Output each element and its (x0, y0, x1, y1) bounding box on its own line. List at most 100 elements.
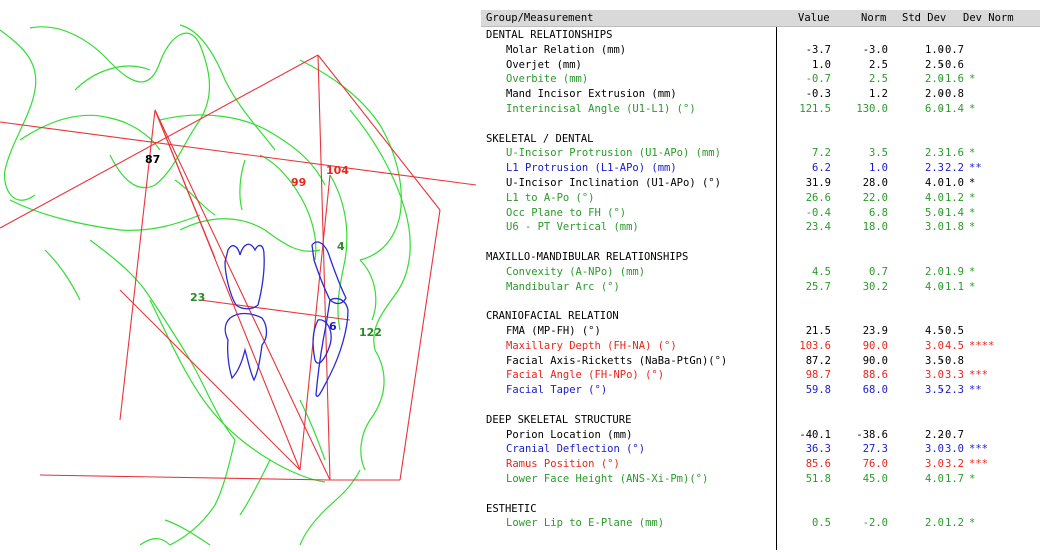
measurement-name: U-Incisor Inclination (U1-APo) (°) (506, 177, 721, 189)
column-header-group[interactable]: Group/Measurement (486, 12, 593, 24)
measurement-row[interactable]: L1 to A-Po (°) 26.6 22.0 4.0 1.2 * (481, 191, 1040, 206)
measurement-dev-norm: 1.8 (945, 221, 964, 234)
measurement-row[interactable]: Cranial Deflection (°) 36.3 27.3 3.0 3.0 *** (481, 442, 1040, 457)
measurement-dev-norm: -0.5 (938, 325, 964, 337)
measurement-row[interactable]: Porion Location (mm) -40.1 -38.6 2.2 -0.7 (481, 428, 1040, 443)
measurement-row[interactable]: Facial Angle (FH-NPo) (°) 98.7 88.6 3.0 3.3 *… (481, 368, 1040, 383)
measurement-row[interactable]: Interincisal Angle (U1-L1) (°) 121.5 130.0… (481, 102, 1040, 117)
measurement-row[interactable]: Mandibular Arc (°) 25.7 30.2 4.0 -1.1 * (481, 280, 1040, 295)
section-title: MAXILLO-MANDIBULAR RELATIONSHIPS (486, 251, 689, 263)
section-header[interactable]: SKELETAL / DENTAL (481, 132, 1040, 147)
measurement-name: L1 Protrusion (L1-APo) (mm) (506, 162, 677, 175)
measurement-norm: 88.6 (862, 369, 888, 382)
section-header[interactable]: DEEP SKELETAL STRUCTURE (481, 413, 1040, 428)
significance-stars: ** (969, 384, 982, 397)
measurement-name: FMA (MP-FH) (°) (506, 325, 601, 337)
section-title: DEEP SKELETAL STRUCTURE (486, 413, 632, 426)
measurement-row[interactable]: FMA (MP-FH) (°) 21.5 23.9 4.5 -0.5 (481, 324, 1040, 339)
measurement-norm: 28.0 (862, 177, 888, 189)
measurement-dev-norm: -0.6 (938, 58, 964, 71)
measurement-norm: 90.0 (862, 354, 888, 367)
measurement-value: -0.4 (805, 206, 831, 219)
measurement-value: -0.7 (805, 73, 831, 86)
measurement-dev-norm: -2.3 (938, 384, 964, 397)
measurement-name: U6 - PT Vertical (mm) (506, 221, 639, 234)
measurements-panel: Group/Measurement Value Norm Std Dev Dev… (481, 10, 1040, 550)
cephalometric-tracing: 87 99 104 4 23 6 122 (0, 24, 476, 546)
significance-stars: *** (969, 369, 988, 382)
measurement-name: Porion Location (mm) (506, 428, 633, 441)
significance-stars: * (969, 147, 976, 160)
measurement-row[interactable]: Lower Lip to E-Plane (mm) 0.5 -2.0 2.0 1.2 * (481, 516, 1040, 531)
section-title: DENTAL RELATIONSHIPS (486, 29, 613, 41)
column-header-norm[interactable]: Norm (861, 12, 886, 24)
measurement-dev-norm: 1.6 (945, 147, 964, 160)
column-header-value[interactable]: Value (798, 12, 830, 24)
measurement-name: Facial Taper (°) (506, 384, 608, 397)
measurement-value: 4.5 (812, 265, 831, 278)
measurement-row[interactable]: U-Incisor Protrusion (U1-APo) (mm) 7.2 3.5… (481, 146, 1040, 161)
soft-tissue-outlines (0, 24, 411, 546)
measurement-row[interactable]: Overbite (mm) -0.7 2.5 2.0 -1.6 * (481, 72, 1040, 87)
measurement-name: Molar Relation (mm) (506, 43, 627, 56)
section-header[interactable]: ESTHETIC (481, 502, 1040, 517)
measurement-dev-norm: 3.0 (945, 443, 964, 456)
measurement-row[interactable]: Facial Axis-Ricketts (NaBa-PtGn)(°) 87.2 9… (481, 354, 1040, 369)
measurement-norm: 90.0 (862, 339, 888, 352)
measurement-row[interactable]: U6 - PT Vertical (mm) 23.4 18.0 3.0 1.8 * (481, 220, 1040, 235)
measurement-row[interactable]: Mand Incisor Extrusion (mm) -0.3 1.2 2.0 -0.… (481, 87, 1040, 102)
measurement-name: Lower Face Height (ANS-Xi-Pm)(°) (506, 473, 709, 485)
measurement-dev-norm: 1.2 (945, 191, 964, 204)
measurement-dev-norm: 4.5 (945, 339, 964, 352)
measurement-value: -3.7 (805, 43, 831, 56)
significance-stars: *** (969, 443, 988, 456)
measurement-value: -0.3 (805, 88, 831, 101)
section-title: SKELETAL / DENTAL (486, 132, 594, 145)
measurement-name: Mand Incisor Extrusion (mm) (506, 88, 677, 101)
measurement-value: 6.2 (812, 162, 831, 175)
significance-stars: *** (969, 458, 988, 471)
measurement-norm: 0.7 (869, 265, 888, 278)
measurement-norm: 18.0 (862, 221, 888, 234)
measurement-row[interactable]: Convexity (A-NPo) (mm) 4.5 0.7 2.0 1.9 * (481, 265, 1040, 280)
section-header[interactable]: CRANIOFACIAL RELATION (481, 309, 1040, 324)
measurement-value: 23.4 (805, 221, 831, 234)
measurement-row[interactable]: Molar Relation (mm) -3.7 -3.0 1.0 -0.7 (481, 43, 1040, 58)
measurement-row[interactable]: Maxillary Depth (FH-NA) (°) 103.6 90.0 3.0 4… (481, 339, 1040, 354)
measurement-row[interactable]: Ramus Position (°) 85.6 76.0 3.0 3.2 *** (481, 457, 1040, 472)
angle-label-23: 23 (190, 291, 205, 304)
measurement-dev-norm: 1.9 (945, 265, 964, 278)
section-title: CRANIOFACIAL RELATION (486, 310, 619, 323)
measurement-row[interactable]: U-Incisor Inclination (U1-APo) (°) 31.9 28… (481, 176, 1040, 191)
measurement-name: Overbite (mm) (506, 73, 589, 86)
measurement-dev-norm: -0.8 (938, 354, 964, 367)
measurement-dev-norm: -0.7 (938, 43, 964, 56)
measurement-value: 26.6 (805, 191, 831, 204)
measurement-value: 36.3 (805, 443, 831, 456)
measurement-dev-norm: 1.0 (945, 177, 964, 189)
measurement-value: 85.6 (805, 458, 831, 471)
measurement-norm: 1.0 (869, 162, 888, 175)
measurement-value: 59.8 (805, 384, 831, 397)
column-header-std-dev[interactable]: Std Dev (902, 12, 946, 24)
measurement-dev-norm: 3.2 (945, 458, 964, 471)
measurement-value: -40.1 (799, 428, 831, 441)
measurement-value: 87.2 (805, 354, 831, 367)
section-header[interactable]: MAXILLO-MANDIBULAR RELATIONSHIPS (481, 250, 1040, 265)
significance-stars: * (969, 206, 976, 219)
measurement-name: Facial Angle (FH-NPo) (°) (506, 369, 665, 382)
section-header[interactable]: DENTAL RELATIONSHIPS (481, 28, 1040, 43)
angle-label-99: 99 (291, 176, 306, 189)
measurement-row[interactable]: Lower Face Height (ANS-Xi-Pm)(°) 51.8 45.0… (481, 472, 1040, 487)
measurement-row[interactable]: L1 Protrusion (L1-APo) (mm) 6.2 1.0 2.3 2.2 *… (481, 161, 1040, 176)
measurement-value: 21.5 (805, 325, 831, 337)
measurement-row[interactable]: Overjet (mm) 1.0 2.5 2.5 -0.6 (481, 58, 1040, 73)
significance-stars: * (969, 191, 976, 204)
measurement-value: 31.9 (805, 177, 831, 189)
measurement-row[interactable]: Facial Taper (°) 59.8 68.0 3.5 -2.3 ** (481, 383, 1040, 398)
column-header-dev-norm[interactable]: Dev Norm (963, 12, 1014, 24)
measurement-dev-norm: -1.1 (938, 280, 964, 293)
measurement-norm: -3.0 (862, 43, 888, 56)
measurement-row[interactable]: Occ Plane to FH (°) -0.4 6.8 5.0 -1.4 * (481, 206, 1040, 221)
angle-label-4: 4 (337, 240, 345, 253)
